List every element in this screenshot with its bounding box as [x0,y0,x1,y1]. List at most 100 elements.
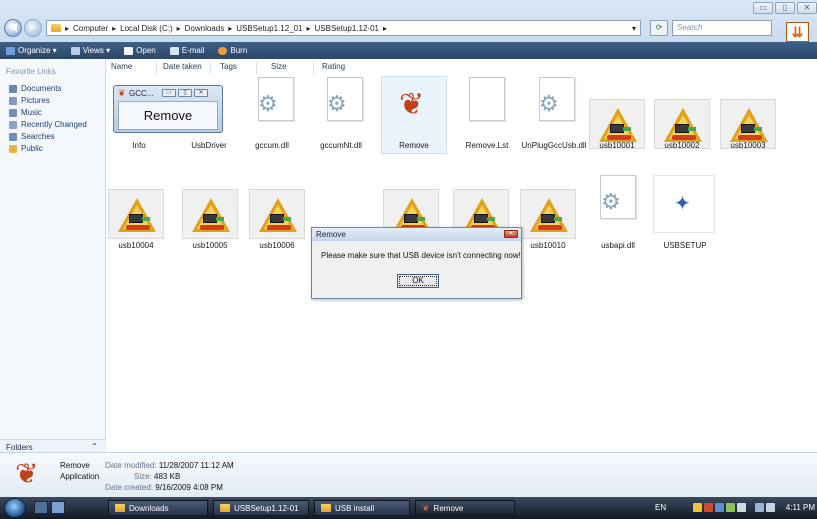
breadcrumb-computer[interactable]: Computer [73,24,108,33]
gear-icon: ⚙ [601,189,621,214]
switch-windows-icon[interactable] [51,501,65,514]
folder-icon [51,24,61,32]
public-folder-icon [9,144,17,153]
details-pane: ❦ Remove Application Date modified: 11/2… [0,452,817,497]
download-arrow-icon[interactable]: ⇊ [786,22,809,42]
dialog-close-button[interactable]: ✕ [504,230,518,238]
bluetooth-icon[interactable] [737,503,746,512]
file-item-usb10005[interactable]: usb10005 [175,187,245,257]
file-item-usb10004[interactable]: usb10004 [101,187,171,257]
gear-icon: ⚙ [539,91,559,116]
chevron-up-icon: ⌃ [91,442,98,451]
nav-item-recently-changed[interactable]: Recently Changed [9,120,87,129]
usb-warning-thumbnail [249,189,305,239]
file-item-usb10006[interactable]: usb10006 [242,187,312,257]
column-header-tags[interactable]: Tags [220,62,237,71]
searches-icon [9,132,17,141]
task-usbsetup[interactable]: USBSetup1.12-01 [213,500,309,516]
nav-item-documents[interactable]: Documents [9,84,61,93]
show-desktop-icon[interactable] [34,501,48,514]
nav-item-searches[interactable]: Searches [9,132,55,141]
maximize-button[interactable]: ▯ [775,2,795,14]
window-titlebar: ▭ ▯ ✕ ◀ ▶ ▸ Computer ▸ Local Disk (C:) ▸… [0,0,817,42]
file-item-gccumnt-dll[interactable]: ⚙ gccumNt.dll [306,77,376,157]
email-button[interactable]: E-mail [169,46,204,55]
tray-icon-2[interactable] [704,503,713,512]
file-item-remove[interactable]: ❦ Remove [379,77,449,157]
setup-installer-icon: ✦ [674,193,691,215]
window-controls: ▭ ▯ ✕ [753,2,817,14]
pictures-icon [9,96,17,105]
file-item-usb10001[interactable]: usb10001 [582,77,652,157]
language-indicator[interactable]: EN [655,503,666,512]
gear-icon: ⚙ [258,91,278,116]
breadcrumb-local-disk[interactable]: Local Disk (C:) [120,24,172,33]
search-input[interactable]: Search [672,20,772,36]
email-icon [169,46,179,55]
folder-icon [321,504,331,512]
nav-item-music[interactable]: Music [9,108,42,117]
open-button[interactable]: Open [124,46,156,55]
file-item-usbapi-dll[interactable]: ⚙ usbapi.dll [583,175,653,255]
folder-icon [115,504,125,512]
burn-button[interactable]: Burn [218,46,247,55]
address-dropdown-icon[interactable]: ▾ [632,24,636,33]
close-button[interactable]: ✕ [797,2,817,14]
usb-warning-thumbnail [108,189,164,239]
volume-icon[interactable] [766,503,775,512]
dialog-title: Remove [312,228,521,241]
organize-button[interactable]: Organize ▾ [6,46,57,55]
column-header-size[interactable]: Size [271,62,287,71]
refresh-icon[interactable]: ⟳ [650,20,668,36]
task-remove[interactable]: ❦ Remove [415,500,515,516]
remove-dialog: Remove ✕ Please make sure that USB devic… [311,227,522,299]
task-usb-install[interactable]: USB install [314,500,410,516]
minimize-button[interactable]: ▭ [753,2,773,14]
butterfly-icon: ❦ [399,88,425,121]
mini-minimize-button[interactable]: ▭ [162,89,176,97]
folders-toggle[interactable]: Folders ⌃ [0,439,106,453]
breadcrumb-usbsetup-01[interactable]: USBSetup1.12_01 [236,24,302,33]
nav-item-public[interactable]: Public [9,144,43,153]
tray-icon-3[interactable] [715,503,724,512]
open-icon [124,46,134,55]
network-icon[interactable] [755,503,764,512]
nav-item-pictures[interactable]: Pictures [9,96,50,105]
gear-icon: ⚙ [327,91,347,116]
documents-icon [9,84,17,93]
start-button[interactable] [4,498,26,518]
blank-file-icon [469,77,505,121]
usb-warning-thumbnail [182,189,238,239]
file-item-gccum-dll[interactable]: ⚙ gccum.dll [237,77,307,157]
butterfly-icon: ❦ [118,88,126,98]
task-downloads[interactable]: Downloads [108,500,208,516]
details-date-modified: Date modified: 11/28/2007 11:12 AM [105,461,234,470]
back-button[interactable]: ◀ [4,19,22,37]
file-item-usbsetup[interactable]: ✦ USBSETUP [650,175,720,255]
column-header-name[interactable]: Name [111,62,132,71]
taskbar: Downloads USBSetup1.12-01 USB install ❦ R… [0,497,817,519]
file-item-usb10002[interactable]: usb10002 [647,77,717,157]
breadcrumb-downloads[interactable]: Downloads [185,24,225,33]
tray-icon-1[interactable] [693,503,702,512]
column-header-date-taken[interactable]: Date taken [163,62,202,71]
ok-button[interactable]: OK [397,274,439,288]
breadcrumb-usbsetup-1-12-01[interactable]: USBSetup1.12-01 [315,24,380,33]
file-item-usb10010[interactable]: usb10010 [513,187,583,257]
forward-button[interactable]: ▶ [24,19,42,37]
clock[interactable]: 4:11 PM [786,503,815,512]
column-header-rating[interactable]: Rating [322,62,345,71]
butterfly-icon: ❦ [15,458,39,489]
folder-icon [220,504,230,512]
remove-app-window[interactable]: ❦ GCC... ▭ ▯ ✕ Remove [113,85,223,133]
mini-window-title: GCC... [129,89,154,98]
tray-icon-4[interactable] [726,503,735,512]
file-item-usb10003[interactable]: usb10003 [713,77,783,157]
details-date-created: Date created: 9/16/2009 4:08 PM [105,483,223,492]
address-bar[interactable]: ▸ Computer ▸ Local Disk (C:) ▸ Downloads… [46,20,641,36]
address-row: ◀ ▶ ▸ Computer ▸ Local Disk (C:) ▸ Downl… [0,18,817,40]
mini-close-button[interactable]: ✕ [194,89,208,97]
mini-maximize-button[interactable]: ▯ [178,89,192,97]
butterfly-icon: ❦ [422,502,430,513]
views-button[interactable]: Views ▾ [70,46,110,55]
